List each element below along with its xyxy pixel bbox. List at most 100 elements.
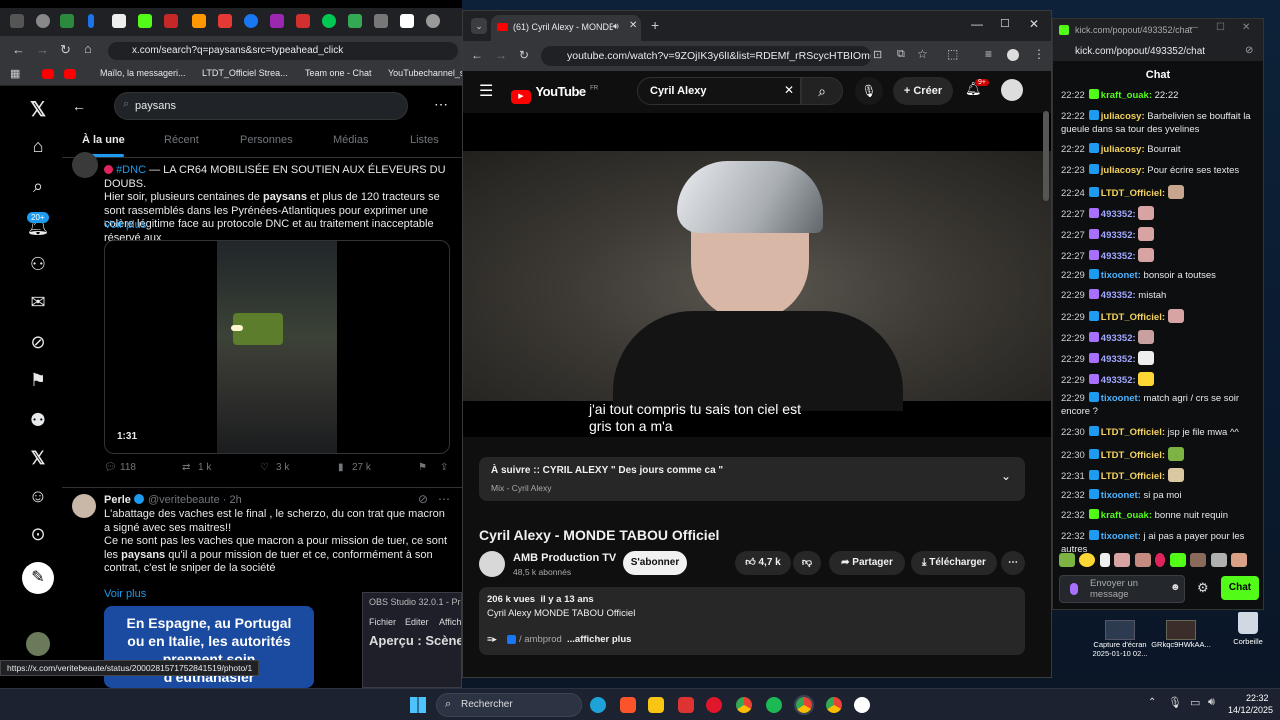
reload-icon[interactable]: ↻	[60, 42, 71, 58]
brave-icon[interactable]	[620, 697, 636, 713]
description-box[interactable]: 206 k vues il y a 13 ans Cyril Alexy MON…	[479, 587, 1025, 655]
new-tab-icon[interactable]: +	[651, 17, 659, 33]
home-icon[interactable]: ⌂	[26, 134, 50, 158]
chat-username[interactable]: 493352:	[1101, 375, 1136, 386]
chat-username[interactable]: LTDT_Officiel:	[1101, 450, 1165, 461]
tab-icon[interactable]	[138, 14, 152, 28]
emote-icon[interactable]	[1190, 553, 1207, 567]
chat-username[interactable]: 493352:	[1101, 333, 1136, 344]
spotify-icon[interactable]	[766, 697, 782, 713]
video-player[interactable]: j'ai tout compris tu sais ton ciel est g…	[463, 113, 1051, 437]
media-icon[interactable]: ≡	[985, 47, 992, 61]
yt-search-input[interactable]: Cyril Alexy	[650, 85, 706, 97]
voice-search-button[interactable]: 🎙︎	[855, 77, 883, 105]
chat-username[interactable]: juliacosy:	[1101, 111, 1145, 122]
communities-icon[interactable]: ⚉	[26, 408, 50, 432]
yt-search-button[interactable]: ⌕	[801, 77, 843, 105]
bookmark-mailo[interactable]: Maïlo, la messageri...	[100, 68, 186, 78]
tab-icon[interactable]	[112, 14, 126, 28]
tab-icon[interactable]	[426, 14, 440, 28]
chat-username[interactable]: tixoonet:	[1101, 393, 1141, 404]
tab-icon[interactable]	[36, 14, 50, 28]
download-button[interactable]: ⤓ Télécharger	[911, 551, 997, 575]
tab-close-icon[interactable]: ✕	[629, 20, 637, 31]
tab-icon[interactable]	[374, 14, 388, 28]
dislike-button[interactable]: 👎︎	[793, 551, 821, 575]
create-button[interactable]: + Créer	[893, 77, 953, 105]
tab-icon[interactable]	[88, 14, 94, 28]
emote-icon[interactable]	[1155, 553, 1166, 567]
chevron-up-icon[interactable]: ⌃	[1148, 697, 1156, 708]
search-box[interactable]: ⌕ paysans	[114, 92, 408, 120]
emote-icon[interactable]	[1210, 553, 1227, 567]
install-icon[interactable]: ⧉	[897, 48, 905, 61]
chat-username[interactable]: LTDT_Officiel:	[1101, 471, 1165, 482]
active-tab[interactable]: (61) Cyril Alexy - MONDE TA 🔊︎ ✕	[491, 15, 641, 41]
tab-search-icon[interactable]: ⌄	[471, 18, 487, 34]
obs-menu-edit[interactable]: Editer	[405, 617, 429, 627]
tab-people[interactable]: Personnes	[240, 134, 293, 146]
forward-icon[interactable]: →	[495, 48, 507, 62]
premium-icon[interactable]: 𝕏	[26, 446, 50, 470]
chat-input[interactable]: Envoyer un message ☻	[1059, 575, 1185, 603]
mic-icon[interactable]: 🎙︎	[1168, 696, 1182, 709]
clock-date[interactable]: 14/12/2025	[1228, 705, 1273, 715]
profile-icon[interactable]: ☺	[26, 484, 50, 508]
lens-icon[interactable]: ⊡	[873, 48, 882, 61]
emote-icon[interactable]	[1231, 553, 1248, 567]
share-button[interactable]: ➦ Partager	[829, 551, 905, 575]
chat-username[interactable]: 493352:	[1101, 251, 1136, 262]
emoji-picker-icon[interactable]: ☻	[1170, 582, 1181, 593]
chat-username[interactable]: LTDT_Officiel:	[1101, 188, 1165, 199]
tab-media[interactable]: Médias	[333, 134, 368, 146]
tab-icon[interactable]	[348, 14, 362, 28]
menu-icon[interactable]: ⋮	[1033, 47, 1045, 61]
maximize-icon[interactable]: ☐	[1000, 17, 1010, 30]
hamburger-icon[interactable]: ☰	[479, 81, 493, 101]
tab-icon[interactable]	[10, 14, 24, 28]
tweet-1[interactable]: #DNC — LA CR64 MOBILISÉE EN SOUTIEN AUX …	[62, 152, 462, 488]
obs-menu-view[interactable]: Affich	[439, 617, 461, 627]
more-options-icon[interactable]: ⋯	[434, 96, 448, 113]
desktop-icon-image[interactable]: GRkqc9HWkAA...	[1150, 620, 1212, 660]
edge-icon[interactable]	[590, 697, 606, 713]
volume-icon[interactable]: 🔊︎	[1208, 696, 1215, 709]
network-icon[interactable]: ▭	[1190, 696, 1200, 709]
back-icon[interactable]: ←	[12, 42, 25, 57]
maximize-icon[interactable]: ☐	[1216, 22, 1225, 33]
windows-start-icon[interactable]	[410, 697, 426, 713]
avatar[interactable]	[72, 152, 98, 178]
subscribe-button[interactable]: S'abonner	[623, 551, 687, 575]
tab-icon[interactable]	[270, 14, 284, 28]
more-icon[interactable]: ⋯	[438, 492, 450, 506]
yt-search-box[interactable]: Cyril Alexy ✕	[637, 77, 801, 105]
youtube-logo[interactable]: ▶ YouTube FR	[511, 83, 598, 104]
more-icon[interactable]: ⊙	[26, 522, 50, 546]
emote-icon[interactable]	[1059, 553, 1075, 567]
messages-icon[interactable]: ✉	[26, 290, 50, 314]
tab-icon[interactable]	[322, 14, 336, 28]
send-chat-button[interactable]: Chat	[1221, 576, 1259, 600]
chat-username[interactable]: kraft_ouak:	[1101, 90, 1152, 101]
views-icon[interactable]: ▮	[338, 462, 344, 473]
kick-url-field[interactable]: kick.com/popout/493352/chat	[1075, 46, 1205, 57]
chat-username[interactable]: juliacosy:	[1101, 165, 1145, 176]
back-icon[interactable]: ←	[471, 48, 483, 62]
hashtag-link[interactable]: #DNC	[116, 164, 146, 176]
home-icon[interactable]: ⌂	[84, 41, 92, 56]
like-button[interactable]: 👍︎ 4,7 k	[735, 551, 791, 575]
chrome-active-icon[interactable]	[794, 695, 814, 715]
tab-latest[interactable]: Récent	[164, 134, 199, 146]
desktop-icon-screenshot[interactable]: Capture d'écran 2025-01-10 02...	[1090, 620, 1150, 660]
tab-icon[interactable]	[60, 14, 74, 28]
avatar[interactable]	[72, 494, 96, 518]
desktop-icon-recycle-bin[interactable]: Corbeille	[1222, 612, 1274, 652]
grok-icon[interactable]: ⊘	[26, 330, 50, 354]
close-window-icon[interactable]: ✕	[1242, 22, 1250, 33]
x-logo-icon[interactable]: 𝕏	[26, 98, 50, 122]
chat-username[interactable]: kraft_ouak:	[1101, 510, 1152, 521]
emote-icon[interactable]	[1169, 553, 1186, 567]
tab-icon[interactable]	[296, 14, 310, 28]
search-input[interactable]: paysans	[135, 100, 176, 112]
emote-icon[interactable]	[1079, 553, 1096, 567]
